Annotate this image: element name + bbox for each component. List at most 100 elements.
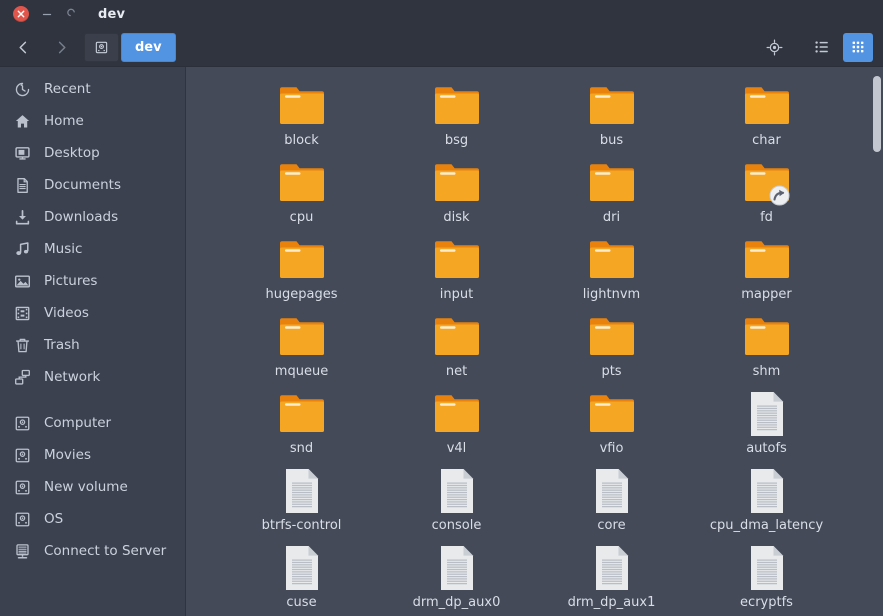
item-label: fd — [760, 210, 773, 225]
sidebar-item-label: OS — [44, 511, 64, 527]
file-list-area[interactable]: block bsg bus char cpu disk dri fd hugepages inpu… — [186, 67, 883, 616]
folder-item[interactable]: dri — [534, 158, 689, 235]
sidebar-separator — [0, 393, 185, 407]
folder-item[interactable]: net — [379, 312, 534, 389]
sidebar-item-trash[interactable]: Trash — [0, 329, 185, 361]
file-item[interactable]: autofs — [689, 389, 844, 466]
folder-item[interactable]: char — [689, 81, 844, 158]
breadcrumb-item-computer[interactable] — [84, 32, 119, 62]
file-icon — [281, 543, 323, 593]
video-icon — [14, 305, 31, 322]
file-item[interactable]: console — [379, 466, 534, 543]
sidebar-item-os[interactable]: OS — [0, 503, 185, 535]
file-grid: block bsg bus char cpu disk dri fd hugepages inpu… — [186, 67, 883, 616]
item-label: console — [431, 518, 482, 533]
folder-item[interactable]: v4l — [379, 389, 534, 466]
list-view-button[interactable] — [807, 33, 837, 62]
item-label: v4l — [446, 441, 467, 456]
forward-button[interactable] — [42, 32, 80, 62]
sidebar-item-connect-to-server[interactable]: Connect to Server — [0, 535, 185, 567]
sidebar-item-downloads[interactable]: Downloads — [0, 201, 185, 233]
sidebar-item-network[interactable]: Network — [0, 361, 185, 393]
sidebar-item-movies[interactable]: Movies — [0, 439, 185, 471]
folder-item[interactable]: bus — [534, 81, 689, 158]
folder-icon — [587, 235, 637, 285]
folder-item[interactable]: lightnvm — [534, 235, 689, 312]
breadcrumb-item-dev[interactable]: dev — [121, 32, 176, 62]
folder-item[interactable]: mapper — [689, 235, 844, 312]
folder-item[interactable]: shm — [689, 312, 844, 389]
folder-item[interactable]: vfio — [534, 389, 689, 466]
file-icon — [746, 466, 788, 516]
folder-icon — [277, 81, 327, 131]
file-item[interactable]: ecryptfs — [689, 543, 844, 616]
folder-icon — [277, 312, 327, 362]
location-icon — [766, 39, 783, 56]
sidebar-item-label: Computer — [44, 415, 112, 431]
sidebar-item-new-volume[interactable]: New volume — [0, 471, 185, 503]
sidebar-item-pictures[interactable]: Pictures — [0, 265, 185, 297]
item-label: autofs — [746, 441, 787, 456]
document-icon — [14, 177, 31, 194]
file-icon — [591, 466, 633, 516]
folder-icon — [432, 235, 482, 285]
sidebar-item-home[interactable]: Home — [0, 105, 185, 137]
location-button[interactable] — [759, 33, 789, 62]
folder-item[interactable]: pts — [534, 312, 689, 389]
toolbar-actions — [759, 32, 873, 62]
item-label: snd — [289, 441, 314, 456]
window-minimize-button[interactable] — [34, 0, 60, 28]
folder-item[interactable]: cpu — [224, 158, 379, 235]
file-item[interactable]: core — [534, 466, 689, 543]
window-title: dev — [98, 6, 126, 22]
sidebar-item-label: Connect to Server — [44, 543, 167, 559]
toolbar: dev — [0, 28, 883, 67]
sidebar-item-computer[interactable]: Computer — [0, 407, 185, 439]
file-item[interactable]: btrfs-control — [224, 466, 379, 543]
file-icon — [436, 543, 478, 593]
item-label: disk — [443, 210, 470, 225]
file-item[interactable]: drm_dp_aux0 — [379, 543, 534, 616]
sidebar-item-recent[interactable]: Recent — [0, 73, 185, 105]
folder-icon — [587, 81, 637, 131]
sidebar-item-label: Videos — [44, 305, 89, 321]
window-close-button[interactable] — [8, 0, 34, 28]
sidebar-item-desktop[interactable]: Desktop — [0, 137, 185, 169]
maximize-icon — [67, 8, 79, 20]
list-view-icon — [814, 39, 830, 55]
back-button[interactable] — [4, 32, 42, 62]
vertical-scrollbar[interactable] — [870, 67, 883, 616]
folder-item[interactable]: mqueue — [224, 312, 379, 389]
scrollbar-thumb[interactable] — [873, 76, 881, 152]
folder-icon — [742, 158, 792, 208]
folder-item[interactable]: hugepages — [224, 235, 379, 312]
music-icon — [14, 241, 31, 258]
folder-item[interactable]: snd — [224, 389, 379, 466]
grid-view-button[interactable] — [843, 32, 873, 62]
item-label: input — [439, 287, 474, 302]
sidebar-item-label: Documents — [44, 177, 121, 193]
item-label: vfio — [599, 441, 624, 456]
folder-item[interactable]: input — [379, 235, 534, 312]
folder-icon — [587, 312, 637, 362]
folder-item[interactable]: disk — [379, 158, 534, 235]
folder-icon — [432, 158, 482, 208]
sidebar-item-videos[interactable]: Videos — [0, 297, 185, 329]
folder-icon — [587, 389, 637, 439]
sidebar-item-label: Movies — [44, 447, 91, 463]
window-maximize-button[interactable] — [60, 0, 86, 28]
file-icon — [746, 543, 788, 593]
file-item[interactable]: cpu_dma_latency — [689, 466, 844, 543]
item-label: ecryptfs — [740, 595, 793, 610]
symlink-icon — [769, 185, 789, 206]
folder-icon — [277, 158, 327, 208]
folder-icon — [432, 312, 482, 362]
sidebar-item-music[interactable]: Music — [0, 233, 185, 265]
file-item[interactable]: drm_dp_aux1 — [534, 543, 689, 616]
folder-item[interactable]: bsg — [379, 81, 534, 158]
folder-item[interactable]: fd — [689, 158, 844, 235]
folder-item[interactable]: block — [224, 81, 379, 158]
sidebar-item-documents[interactable]: Documents — [0, 169, 185, 201]
file-item[interactable]: cuse — [224, 543, 379, 616]
file-icon — [746, 389, 788, 439]
